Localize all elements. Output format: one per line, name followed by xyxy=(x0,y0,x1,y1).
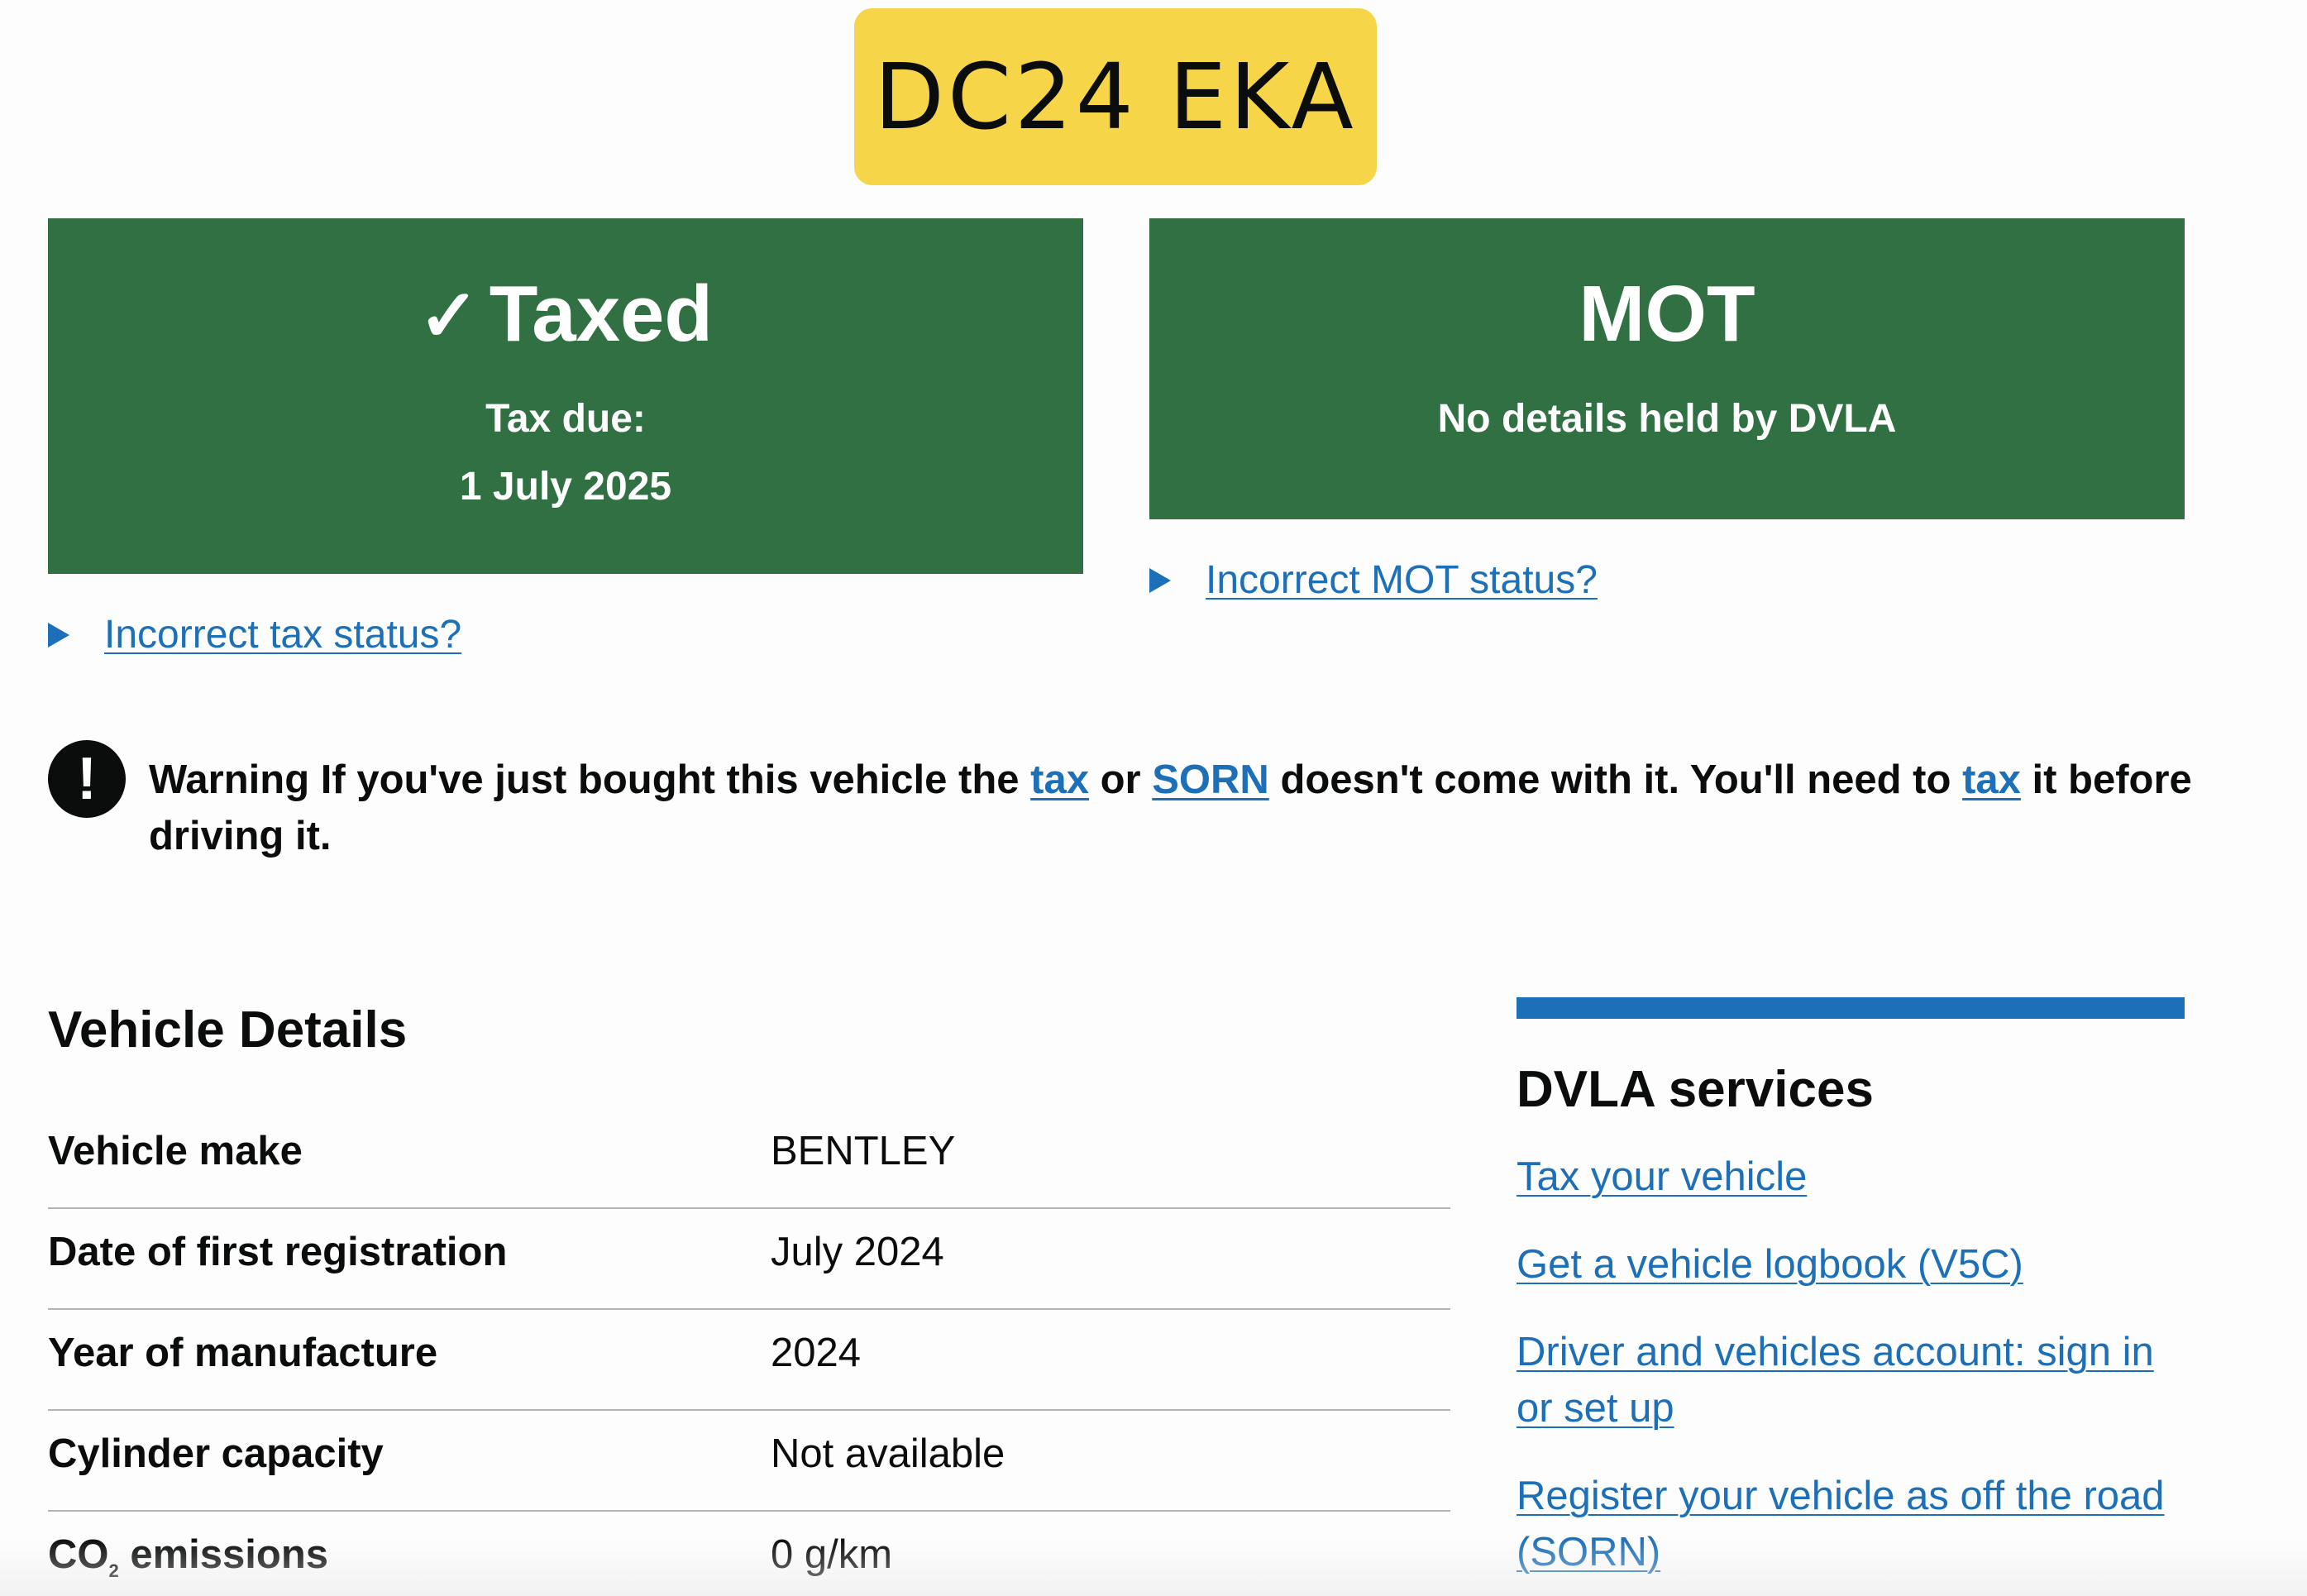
row-value: 2024 xyxy=(771,1331,862,1375)
dvla-services-sidebar: DVLA services Tax your vehicle Get a veh… xyxy=(1517,997,2185,1596)
get-vehicle-logbook-link[interactable]: Get a vehicle logbook (V5C) xyxy=(1517,1242,2023,1287)
tax-status-panel: ✓ Taxed Tax due: 1 July 2025 xyxy=(48,218,1083,574)
tax-status-heading: ✓ Taxed xyxy=(48,275,1083,354)
tax-your-vehicle-link[interactable]: Tax your vehicle xyxy=(1517,1154,1807,1199)
row-value: Not available xyxy=(771,1431,1005,1476)
dvla-services-list: Tax your vehicle Get a vehicle logbook (… xyxy=(1517,1149,2185,1580)
row-label: Cylinder capacity xyxy=(48,1431,384,1476)
co2-label-subscript: 2 xyxy=(108,1560,119,1581)
warning-tax-link[interactable]: tax xyxy=(1030,757,1089,802)
table-row: Year of manufacture 2024 xyxy=(48,1310,1450,1411)
incorrect-mot-status-link[interactable]: Incorrect MOT status? xyxy=(1206,557,1598,603)
table-row: Vehicle make BENTLEY xyxy=(48,1108,1450,1209)
list-item: Get a vehicle logbook (V5C) xyxy=(1517,1236,2185,1293)
driver-vehicles-account-link[interactable]: Driver and vehicles account: sign in or … xyxy=(1517,1330,2154,1431)
tax-due-date: 1 July 2025 xyxy=(459,465,672,509)
mot-status-text: No details held by DVLA xyxy=(1437,397,1897,441)
vehicle-enquiry-page: DC24 EKA ✓ Taxed Tax due: 1 July 2025 MOT… xyxy=(0,0,2307,1596)
warning-icon: ! xyxy=(48,740,126,818)
mot-status-heading: MOT xyxy=(1579,270,1755,358)
row-value: July 2024 xyxy=(771,1230,944,1274)
number-plate: DC24 EKA xyxy=(854,8,1377,185)
disclosure-arrow-icon xyxy=(48,622,69,647)
row-label: Vehicle make xyxy=(48,1129,303,1173)
tax-due-label: Tax due: xyxy=(485,397,646,441)
vehicle-details-table: Vehicle make BENTLEY Date of first regis… xyxy=(48,1108,1450,1596)
list-item: Driver and vehicles account: sign in or … xyxy=(1517,1324,2185,1436)
dvla-services-heading: DVLA services xyxy=(1517,1061,1874,1118)
row-value: BENTLEY xyxy=(771,1129,956,1173)
disclosure-arrow-icon xyxy=(1149,567,1171,593)
incorrect-mot-status-toggle[interactable]: Incorrect MOT status? xyxy=(1149,557,1598,603)
row-label: Date of first registration xyxy=(48,1230,508,1274)
check-icon: ✓ xyxy=(418,275,480,356)
row-label: Year of manufacture xyxy=(48,1331,438,1375)
row-value: 0 g/km xyxy=(771,1532,893,1577)
warning-prefix: Warning If you've just bought this vehic… xyxy=(149,757,1020,802)
table-row: Date of first registration July 2024 xyxy=(48,1209,1450,1310)
warning-text: Warning If you've just bought this vehic… xyxy=(149,752,2200,864)
co2-label-main: CO xyxy=(48,1532,109,1577)
warning-tax-link-2[interactable]: tax xyxy=(1962,757,2021,802)
incorrect-tax-status-toggle[interactable]: Incorrect tax status? xyxy=(48,612,461,657)
warning-middle: doesn't come with it. You'll need to xyxy=(1280,757,1951,802)
mot-status-panel: MOT No details held by DVLA xyxy=(1149,218,2185,519)
table-row: CO2 emissions 0 g/km xyxy=(48,1512,1450,1596)
incorrect-tax-status-link[interactable]: Incorrect tax status? xyxy=(104,612,461,657)
register-sorn-link[interactable]: Register your vehicle as off the road (S… xyxy=(1517,1474,2165,1574)
registration-number: DC24 EKA xyxy=(874,44,1357,150)
tax-status-label: Taxed xyxy=(489,270,714,358)
list-item: Register your vehicle as off the road (S… xyxy=(1517,1468,2185,1580)
row-label: CO2 emissions xyxy=(48,1531,328,1582)
list-item: Tax your vehicle xyxy=(1517,1149,2185,1205)
warning-sorn-link[interactable]: SORN xyxy=(1152,757,1269,802)
co2-label-rest: emissions xyxy=(118,1532,329,1577)
table-row: Cylinder capacity Not available xyxy=(48,1411,1450,1512)
warning-or: or xyxy=(1100,757,1141,802)
vehicle-details-heading: Vehicle Details xyxy=(48,1001,408,1058)
services-top-border xyxy=(1517,997,2185,1019)
